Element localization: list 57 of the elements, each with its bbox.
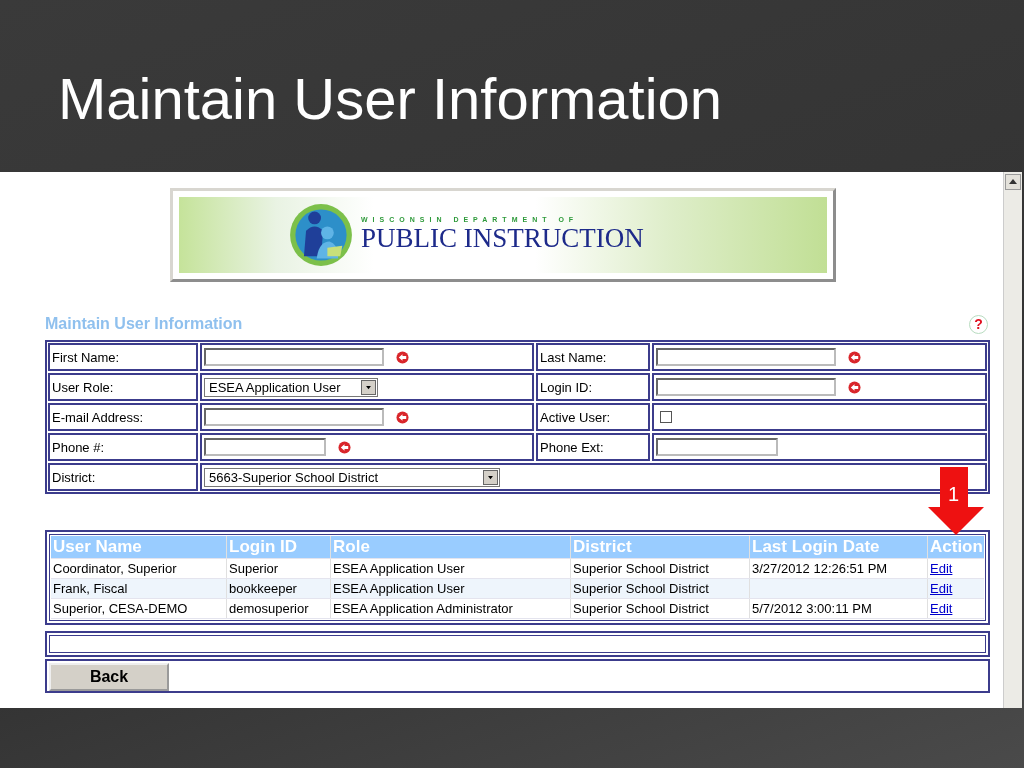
field-label: User Role:: [48, 373, 198, 401]
dropdown-arrow-icon: [483, 469, 498, 485]
column-header: Role: [331, 536, 571, 558]
table-cell: Superior School District: [571, 559, 750, 578]
arrow-left-icon: [338, 440, 351, 454]
arrow-icon: [928, 467, 984, 535]
select-dropdown[interactable]: 5663-Superior School District: [204, 467, 500, 487]
edit-link[interactable]: Edit: [928, 599, 984, 618]
arrow-left-icon: [396, 410, 409, 424]
slide-title: Maintain User Information: [58, 64, 723, 132]
field-label: District:: [48, 463, 198, 491]
form-heading: Maintain User Information: [45, 315, 243, 333]
table-cell: ESEA Application User: [331, 559, 571, 578]
back-button[interactable]: Back: [49, 663, 169, 691]
input-field[interactable]: [204, 408, 384, 426]
field-label: Last Name:: [536, 343, 650, 371]
edit-link[interactable]: Edit: [928, 579, 984, 598]
table-cell: Superior: [227, 559, 331, 578]
input-field[interactable]: [656, 378, 836, 396]
input-field[interactable]: [204, 438, 326, 456]
scroll-up-icon[interactable]: [1005, 174, 1021, 190]
table-cell: demosuperior: [227, 599, 331, 618]
table-cell: bookkeeper: [227, 579, 331, 598]
checkbox[interactable]: [660, 411, 672, 423]
input-field[interactable]: [204, 348, 384, 366]
column-header: User Name: [51, 536, 227, 558]
table-cell: 5/7/2012 3:00:11 PM: [750, 599, 928, 618]
arrow-left-icon: [396, 350, 409, 364]
table-cell: Coordinator, Superior: [51, 559, 227, 578]
input-field[interactable]: [656, 438, 778, 456]
table-cell: Superior, CESA-DEMO: [51, 599, 227, 618]
banner-title: PUBLIC INSTRUCTION: [361, 223, 644, 254]
callout-number: 1: [948, 483, 960, 506]
table-cell: ESEA Application Administrator: [331, 599, 571, 618]
table-cell: ESEA Application User: [331, 579, 571, 598]
arrow-left-icon: [848, 380, 861, 394]
input-field[interactable]: [656, 348, 836, 366]
field-label: Active User:: [536, 403, 650, 431]
field-label: Phone #:: [48, 433, 198, 461]
select-dropdown[interactable]: ESEA Application User: [204, 377, 378, 397]
arrow-left-icon: [848, 350, 861, 364]
column-header: Action: [929, 536, 984, 558]
field-label: E-mail Address:: [48, 403, 198, 431]
logo-icon: [289, 203, 353, 267]
dropdown-arrow-icon: [361, 379, 376, 395]
field-label: First Name:: [48, 343, 198, 371]
scrollbar[interactable]: [1003, 172, 1022, 708]
table-cell: 3/27/2012 12:26:51 PM: [750, 559, 928, 578]
column-header: Login ID: [227, 536, 331, 558]
field-label: Phone Ext:: [536, 433, 650, 461]
column-header: District: [571, 536, 750, 558]
edit-link[interactable]: Edit: [928, 559, 984, 578]
table-cell: Superior School District: [571, 599, 750, 618]
table-cell: Superior School District: [571, 579, 750, 598]
column-header: Last Login Date: [750, 536, 928, 558]
table-cell: Frank, Fiscal: [51, 579, 227, 598]
field-label: Login ID:: [536, 373, 650, 401]
